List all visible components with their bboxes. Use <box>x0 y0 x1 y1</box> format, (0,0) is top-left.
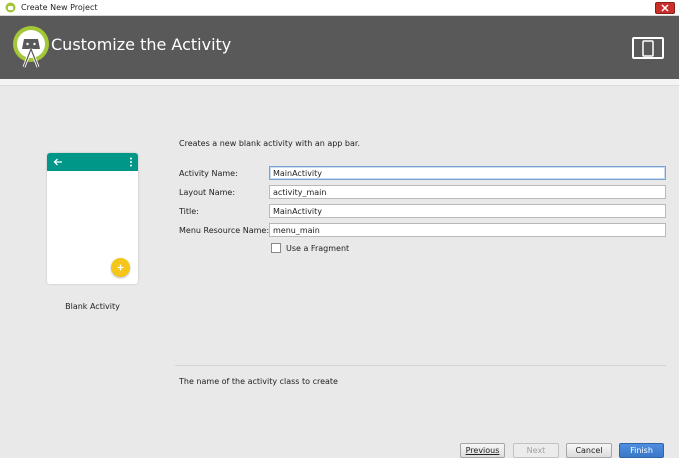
finish-button[interactable]: Finish <box>619 443 664 458</box>
devices-icon <box>632 37 664 59</box>
android-studio-logo <box>13 26 49 68</box>
page-title: Customize the Activity <box>51 35 232 54</box>
android-studio-icon <box>5 2 16 13</box>
more-vert-icon <box>130 157 132 167</box>
previous-button[interactable]: Previous <box>460 443 505 458</box>
cancel-button-label: Cancel <box>575 446 603 455</box>
title-input[interactable] <box>269 204 666 218</box>
activity-name-input[interactable] <box>269 166 666 180</box>
window-close-button[interactable] <box>655 2 675 14</box>
cancel-button[interactable]: Cancel <box>566 443 612 458</box>
header-separator <box>0 79 679 86</box>
menu-resource-name-input[interactable] <box>269 223 666 237</box>
layout-name-input[interactable] <box>269 185 666 199</box>
hint-divider <box>175 365 666 366</box>
use-fragment-label: Use a Fragment <box>286 243 350 253</box>
wizard-header: Customize the Activity <box>0 16 679 79</box>
window-title: Create New Project <box>21 3 98 12</box>
layout-name-label: Layout Name: <box>179 188 236 197</box>
add-icon <box>117 264 124 271</box>
template-name: Blank Activity <box>65 302 120 311</box>
preview-fab <box>111 258 130 277</box>
next-button-label: Next <box>526 446 546 455</box>
arrow-back-icon <box>53 158 62 166</box>
use-fragment-option[interactable]: Use a Fragment <box>271 243 349 253</box>
activity-name-label: Activity Name: <box>179 169 238 178</box>
finish-button-label: Finish <box>630 446 653 455</box>
use-fragment-checkbox[interactable] <box>271 243 281 253</box>
menu-resource-name-label: Menu Resource Name: <box>179 226 270 235</box>
activity-preview <box>47 153 138 284</box>
previous-button-label: Previous <box>465 446 500 455</box>
window-title-bar: Create New Project <box>0 0 679 16</box>
next-button[interactable]: Next <box>513 443 559 458</box>
field-hint: The name of the activity class to create <box>179 377 338 386</box>
template-description: Creates a new blank activity with an app… <box>179 139 361 148</box>
title-label: Title: <box>179 207 199 216</box>
preview-app-bar <box>47 153 138 171</box>
close-icon <box>661 4 669 12</box>
